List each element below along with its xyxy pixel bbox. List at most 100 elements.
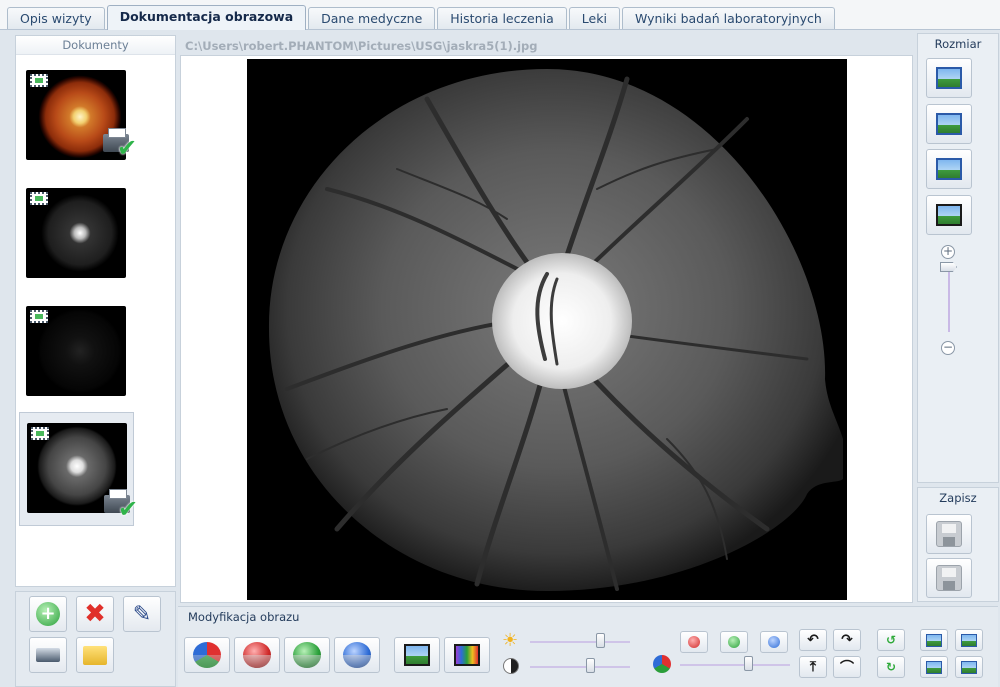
image-tool-4-button[interactable] — [955, 656, 983, 678]
fundus-drawing — [268, 69, 843, 591]
tab-historia-leczenia[interactable]: Historia leczenia — [437, 7, 567, 29]
film-icon — [31, 427, 49, 440]
redo-arrow-icon: ↻ — [885, 660, 897, 674]
brightness-icon: ☀ — [502, 630, 519, 651]
contrast-slider-thumb[interactable] — [586, 658, 595, 673]
tabs-container: Opis wizyty Dokumentacja obrazowa Dane m… — [7, 5, 837, 30]
redo-button[interactable]: ↻ — [877, 656, 905, 678]
zoom-in-icon[interactable]: + — [941, 245, 955, 259]
brightness-slider-thumb[interactable] — [596, 633, 605, 648]
size-panel: Rozmiar + − — [917, 33, 999, 483]
blue-filter-button[interactable] — [334, 637, 380, 673]
invert-colors-button[interactable] — [444, 637, 490, 673]
fit-to-window-button[interactable] — [926, 58, 972, 98]
save-as-button[interactable] — [926, 558, 972, 598]
picture-icon — [926, 660, 942, 674]
image-tool-1-button[interactable] — [920, 629, 948, 651]
contrast-icon — [503, 658, 519, 674]
red-filter-button[interactable] — [234, 637, 280, 673]
original-size-icon — [936, 113, 962, 135]
check-icon: ✔ — [117, 134, 138, 162]
flip-vertical-icon: ⤒ — [809, 659, 817, 675]
document-thumbnail-3[interactable] — [19, 296, 134, 410]
documents-panel: Dokumenty ✔ ✔ — [15, 35, 176, 587]
check-icon: ✔ — [118, 495, 139, 523]
save-button[interactable] — [926, 514, 972, 554]
save-panel-title: Zapisz — [939, 491, 977, 505]
zoom-out-icon[interactable]: − — [941, 341, 955, 355]
green-orb-icon — [293, 642, 321, 668]
undo-button[interactable]: ↺ — [877, 629, 905, 651]
document-thumbnail-1[interactable]: ✔ — [19, 60, 137, 174]
red-channel-button[interactable] — [680, 631, 708, 653]
blue-orb-icon — [343, 642, 371, 668]
image-path: C:\Users\robert.PHANTOM\Pictures\USG\jas… — [185, 39, 538, 53]
documents-header: Dokumenty — [16, 36, 175, 55]
document-image — [26, 306, 126, 396]
tab-dane-medyczne[interactable]: Dane medyczne — [308, 7, 436, 29]
picture-icon — [961, 660, 977, 674]
full-view-button[interactable] — [926, 195, 972, 235]
scan-document-button[interactable] — [29, 637, 67, 673]
flip-horizontal-button[interactable]: ⌒ — [833, 656, 861, 678]
color-balance-icon — [653, 655, 671, 673]
tab-bar: Opis wizyty Dokumentacja obrazowa Dane m… — [0, 0, 1000, 30]
flip-horizontal-icon: ⌒ — [840, 660, 854, 676]
zoom-slider-track[interactable] — [948, 262, 950, 332]
green-channel-button[interactable] — [720, 631, 748, 653]
red-orb-icon — [243, 642, 271, 668]
delete-icon: ✖ — [84, 599, 106, 629]
rgb-filter-button[interactable] — [184, 637, 230, 673]
edit-document-button[interactable]: ✎ — [123, 596, 161, 632]
image-viewer[interactable] — [180, 55, 913, 603]
flip-vertical-button[interactable]: ⤒ — [799, 656, 827, 678]
tab-opis-wizyty[interactable]: Opis wizyty — [7, 7, 105, 29]
contrast-slider-track[interactable] — [530, 666, 630, 668]
stretch-button[interactable] — [926, 149, 972, 189]
rotate-right-button[interactable]: ↷ — [833, 629, 861, 651]
red-dot-icon — [688, 636, 700, 648]
green-dot-icon — [728, 636, 740, 648]
fundus-image — [247, 59, 847, 600]
delete-document-button[interactable]: ✖ — [76, 596, 114, 632]
image-modification-panel: Modyfikacja obrazu ☀ ↶ ↷ ⤒ ⌒ ↺ ↻ — [178, 606, 998, 687]
blue-channel-button[interactable] — [760, 631, 788, 653]
disk-icon — [936, 521, 962, 547]
rgb-orb-icon — [193, 642, 221, 668]
document-image — [26, 188, 126, 278]
image-tool-3-button[interactable] — [920, 656, 948, 678]
green-filter-button[interactable] — [284, 637, 330, 673]
grayscale-button[interactable] — [394, 637, 440, 673]
picture-icon — [926, 633, 942, 647]
undo-arrow-icon: ↺ — [885, 633, 897, 647]
scanner-icon — [36, 648, 60, 662]
folder-add-icon — [83, 645, 107, 665]
color-balance-slider-track[interactable] — [680, 664, 790, 666]
tab-dokumentacja-obrazowa[interactable]: Dokumentacja obrazowa — [106, 5, 307, 30]
document-thumbnail-2[interactable] — [19, 178, 134, 292]
image-tool-2-button[interactable] — [955, 629, 983, 651]
rotate-left-icon: ↶ — [807, 632, 819, 648]
document-thumbnail-4[interactable]: ✔ — [19, 412, 138, 526]
printed-check-icon: ✔ — [104, 489, 140, 523]
stretch-icon — [936, 158, 962, 180]
disk-save-as-icon — [936, 565, 962, 591]
color-balance-slider-thumb[interactable] — [744, 656, 754, 671]
edit-icon: ✎ — [132, 601, 152, 627]
import-folder-button[interactable] — [76, 637, 114, 673]
printed-check-icon: ✔ — [103, 128, 139, 162]
brightness-slider-track[interactable] — [530, 641, 630, 643]
tab-wyniki-badan[interactable]: Wyniki badań laboratoryjnych — [621, 7, 835, 29]
film-icon — [30, 310, 48, 323]
add-document-button[interactable]: + — [29, 596, 67, 632]
zoom-slider-thumb[interactable] — [940, 262, 957, 272]
rotate-right-icon: ↷ — [841, 632, 853, 648]
tab-leki[interactable]: Leki — [568, 7, 620, 29]
picture-icon — [961, 633, 977, 647]
original-size-button[interactable] — [926, 104, 972, 144]
rotate-left-button[interactable]: ↶ — [799, 629, 827, 651]
save-panel: Zapisz — [917, 487, 999, 602]
modification-title: Modyfikacja obrazu — [188, 610, 300, 624]
grayscale-picture-icon — [404, 644, 430, 666]
fit-window-icon — [936, 67, 962, 89]
